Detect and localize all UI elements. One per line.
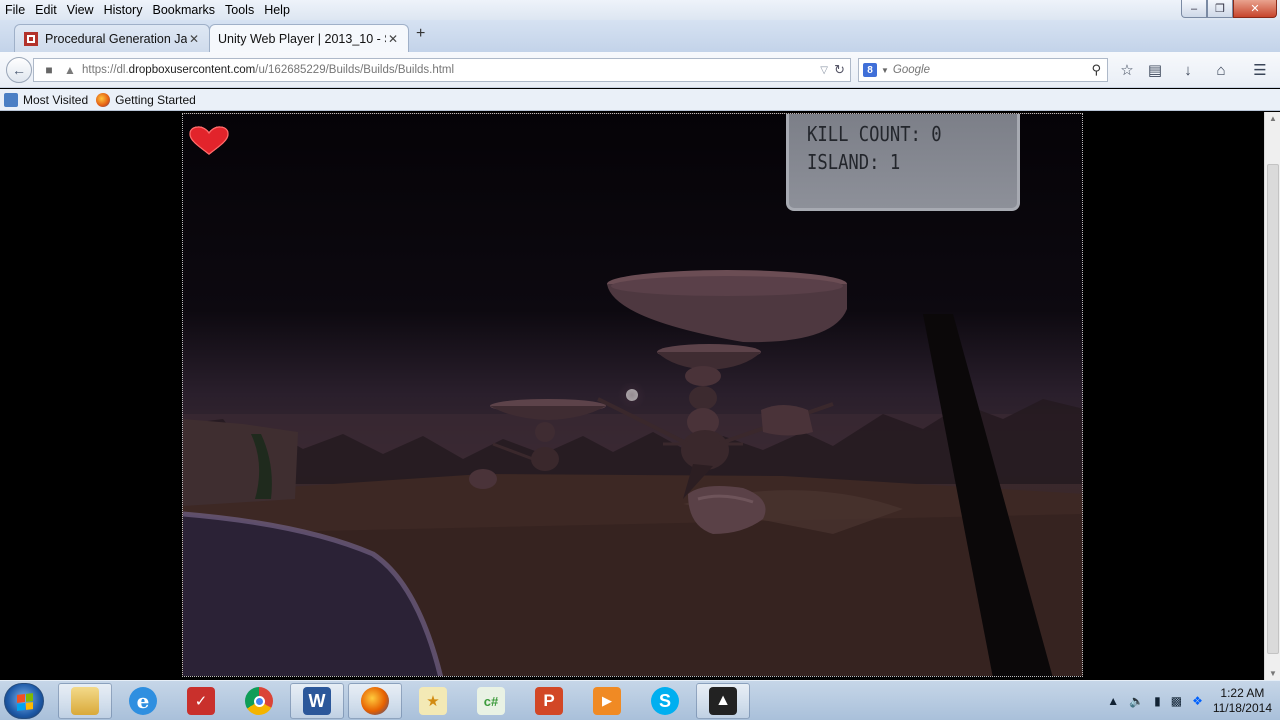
search-magnifier-icon[interactable]: ⚲ (1091, 62, 1101, 78)
heart-icon (189, 126, 229, 155)
csharp-ide-icon: c# (477, 687, 505, 715)
taskbar-skype[interactable]: S (638, 683, 692, 719)
windows-logo-icon (17, 693, 33, 711)
menu-edit[interactable]: Edit (30, 3, 62, 17)
bookmarks-menu-icon[interactable]: ▤ (1146, 61, 1164, 79)
most-visited-icon (4, 92, 18, 107)
firefox-icon (96, 92, 111, 107)
bookmark-label: Getting Started (115, 92, 196, 107)
scroll-down-icon[interactable]: ▼ (1265, 669, 1280, 678)
taskbar-powerpoint[interactable]: P (522, 683, 576, 719)
taskbar-media-player[interactable]: ▶ (580, 683, 634, 719)
bookmark-most-visited[interactable]: Most Visited (4, 92, 89, 107)
navigation-bar: ← ■ ▲ https://dl.dropboxusercontent.com/… (0, 52, 1280, 88)
taskbar-unity[interactable]: ▲ (696, 683, 750, 719)
taskbar-file-explorer[interactable] (58, 683, 112, 719)
chrome-icon (245, 687, 273, 715)
bookmark-getting-started[interactable]: Getting Started (96, 92, 196, 107)
menu-view[interactable]: View (62, 3, 99, 17)
page-identity-icon[interactable]: ■ (38, 59, 60, 81)
media-player-icon: ▶ (593, 687, 621, 715)
clock-time: 1:22 AM (1220, 686, 1265, 700)
kill-count-label: KILL COUNT: 0 (807, 122, 942, 146)
tab-unity-web-player[interactable]: Unity Web Player | 2013_10 - Sa... ✕ (209, 24, 409, 52)
scroll-up-icon[interactable]: ▲ (1265, 114, 1280, 123)
home-icon[interactable]: ⌂ (1212, 61, 1230, 79)
back-arrow-icon: ← (12, 62, 26, 78)
tab-strip: Procedural Generation Jam... ✕ Unity Web… (0, 20, 1280, 52)
network-signal-icon[interactable]: ▮ (1154, 694, 1161, 708)
minimize-button[interactable]: – (1181, 0, 1207, 18)
taskbar-chrome[interactable] (232, 683, 286, 719)
powerpoint-icon: P (535, 687, 563, 715)
bookmarks-toolbar: Most Visited Getting Started (0, 89, 1280, 111)
island-label: ISLAND: 1 (807, 150, 901, 174)
score-panel: KILL COUNT: 0 ISLAND: 1 (786, 114, 1020, 211)
unity-icon: ▲ (709, 687, 737, 715)
taskbar: e ✓ W ★ c# P ▶ S ▲ ▲ 🔈 ▮ ▩ ❖ 1:22 AM 11/… (0, 680, 1280, 720)
taskbar-csharp-ide[interactable]: c# (464, 683, 518, 719)
menu-history[interactable]: History (99, 3, 148, 17)
bookmark-star-icon[interactable]: ☆ (1118, 61, 1136, 79)
power-icon[interactable]: ▩ (1171, 694, 1182, 708)
tab-title: Procedural Generation Jam... (45, 31, 187, 46)
start-button[interactable] (4, 683, 44, 719)
taskbar-todo-app[interactable]: ✓ (174, 683, 228, 719)
internet-explorer-icon: e (129, 687, 157, 715)
menu-help[interactable]: Help (259, 3, 295, 17)
bookmark-label: Most Visited (23, 92, 89, 107)
close-tab-icon[interactable]: ✕ (187, 32, 201, 46)
maximize-button[interactable]: ❒ (1207, 0, 1233, 18)
downloads-icon[interactable]: ↓ (1179, 61, 1197, 79)
taskbar-word[interactable]: W (290, 683, 344, 719)
scroll-thumb[interactable] (1267, 164, 1279, 654)
tab-procedural-generation-jam[interactable]: Procedural Generation Jam... ✕ (14, 24, 210, 52)
menu-tools[interactable]: Tools (220, 3, 259, 17)
folder-icon (71, 687, 99, 715)
menu-file[interactable]: File (0, 3, 30, 17)
unity-web-player[interactable]: KILL COUNT: 0 ISLAND: 1 (182, 113, 1083, 677)
open-menu-icon[interactable]: ☰ (1251, 61, 1269, 79)
window-controls: – ❒ ✕ (1181, 0, 1277, 18)
dropbox-icon[interactable]: ❖ (1192, 694, 1203, 708)
close-window-button[interactable]: ✕ (1233, 0, 1277, 18)
search-bar[interactable]: 8 ▼ ⚲ (858, 58, 1108, 82)
show-hidden-icons-icon[interactable]: ▲ (1107, 694, 1119, 708)
word-icon: W (303, 687, 331, 715)
jam-favicon-icon (24, 31, 38, 46)
taskbar-paint[interactable]: ★ (406, 683, 460, 719)
new-tab-button[interactable]: + (416, 25, 425, 43)
volume-icon[interactable]: 🔈 (1129, 694, 1144, 708)
clock-date: 11/18/2014 (1212, 701, 1272, 715)
menu-bar: File Edit View History Bookmarks Tools H… (0, 0, 1280, 20)
search-input[interactable] (892, 64, 1083, 76)
skype-icon: S (651, 687, 679, 715)
address-bar[interactable]: ■ ▲ https://dl.dropboxusercontent.com/u/… (33, 58, 851, 82)
taskbar-internet-explorer[interactable]: e (116, 683, 170, 719)
search-engine-icon[interactable]: 8 (863, 63, 877, 77)
close-tab-icon[interactable]: ✕ (386, 32, 400, 46)
taskbar-firefox[interactable] (348, 683, 402, 719)
system-tray: ▲ 🔈 ▮ ▩ ❖ 1:22 AM 11/18/2014 (1107, 681, 1272, 720)
paint-icon: ★ (419, 687, 447, 715)
search-engine-dropdown-icon[interactable]: ▼ (881, 66, 889, 75)
reload-icon[interactable]: ↻ (834, 62, 845, 78)
page-content: KILL COUNT: 0 ISLAND: 1 (0, 112, 1264, 680)
url-text: https://dl.dropboxusercontent.com/u/1626… (82, 64, 455, 76)
page-scrollbar[interactable]: ▲ ▼ (1264, 112, 1280, 680)
clock[interactable]: 1:22 AM 11/18/2014 (1213, 686, 1272, 716)
tab-title: Unity Web Player | 2013_10 - Sa... (218, 31, 386, 46)
firefox-icon (361, 687, 389, 715)
todo-app-icon: ✓ (187, 687, 215, 715)
url-history-dropdown-icon[interactable]: ▽ (820, 65, 828, 76)
menu-bookmarks[interactable]: Bookmarks (147, 3, 220, 17)
warning-triangle-icon: ▲ (64, 63, 76, 77)
back-button[interactable]: ← (6, 57, 32, 83)
